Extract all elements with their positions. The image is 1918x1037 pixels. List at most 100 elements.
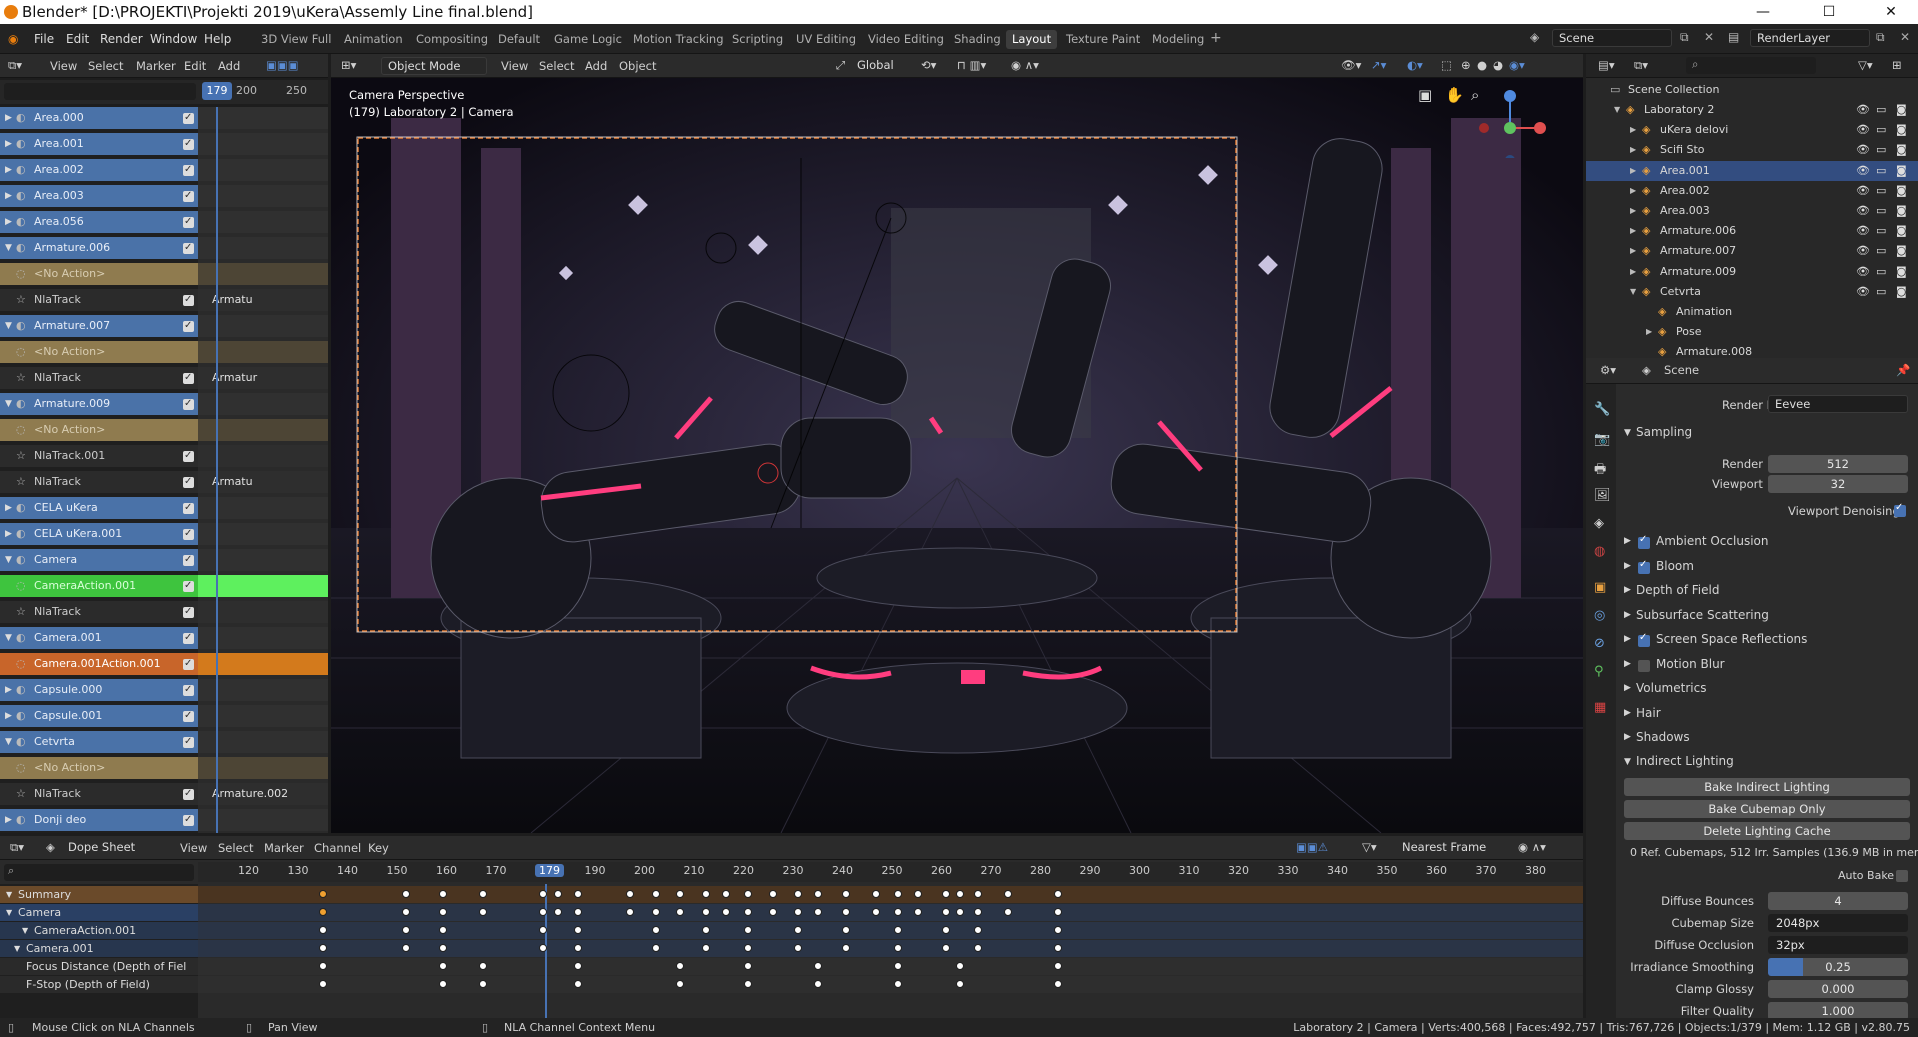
outliner-row[interactable]: ▶ ◈ Pose bbox=[1586, 322, 1918, 342]
expand-arrow-icon[interactable]: ▼ bbox=[1614, 100, 1620, 120]
expand-arrow-icon[interactable]: ▼ bbox=[5, 549, 12, 571]
expand-arrow-icon[interactable]: ▼ bbox=[22, 922, 28, 939]
world-tab-icon[interactable]: ◍ bbox=[1594, 544, 1605, 559]
nla-strip-label[interactable]: Armature.002 bbox=[212, 787, 288, 800]
expand-arrow-icon[interactable]: ▶ bbox=[5, 497, 12, 519]
outliner-row[interactable]: ▶ ◈ Area.002 👁 ▭ ◙ bbox=[1586, 181, 1918, 201]
viewport-toggle-icon[interactable]: ▭ bbox=[1876, 140, 1886, 160]
nla-channel-row[interactable]: ▼ ◐ Armature.007 bbox=[0, 315, 198, 337]
expand-arrow-icon[interactable]: ▶ bbox=[1624, 536, 1631, 546]
expand-arrow-icon[interactable]: ▼ bbox=[14, 940, 20, 957]
nla-strip-label[interactable]: Armatur bbox=[212, 371, 257, 384]
view-layer-selector[interactable]: RenderLayer bbox=[1750, 29, 1870, 47]
current-frame-indicator[interactable]: 179 bbox=[202, 82, 232, 100]
viewport-denoising-checkbox[interactable] bbox=[1894, 502, 1906, 517]
modifier-tab-icon[interactable]: ◎ bbox=[1594, 608, 1605, 623]
dopesheet-menu-marker[interactable]: Marker bbox=[264, 841, 304, 855]
nla-channel-row[interactable]: ▼ ◐ Cetvrta bbox=[0, 731, 198, 753]
render-toggle-icon[interactable]: ◙ bbox=[1896, 161, 1907, 181]
add-workspace-icon[interactable]: + bbox=[1210, 30, 1222, 46]
editor-type-icon[interactable]: ⧉▾ bbox=[8, 58, 22, 73]
eye-icon[interactable]: 👁 bbox=[1856, 221, 1870, 241]
expand-arrow-icon[interactable]: ▶ bbox=[5, 679, 12, 701]
expand-arrow-icon[interactable]: ▶ bbox=[1624, 585, 1631, 595]
nla-channel-row[interactable]: ◌ <No Action> bbox=[0, 341, 198, 363]
render-toggle-icon[interactable]: ◙ bbox=[1896, 221, 1907, 241]
nla-strip-label[interactable]: Armatu bbox=[212, 293, 253, 306]
tab-layout[interactable]: Layout bbox=[1006, 30, 1058, 49]
mode-selector[interactable]: Object Mode bbox=[381, 57, 487, 75]
dopesheet-menu-key[interactable]: Key bbox=[368, 841, 389, 855]
nla-channel-row[interactable]: ▶ ◐ Donji deo bbox=[0, 809, 198, 831]
expand-arrow-icon[interactable]: ▶ bbox=[1624, 634, 1631, 644]
nla-channel-row[interactable]: ▶ ◐ Area.001 bbox=[0, 133, 198, 155]
render-panel-header[interactable]: ▶ Depth of Field bbox=[1616, 581, 1918, 603]
nla-menu-view[interactable]: View bbox=[50, 59, 77, 73]
expand-arrow-icon[interactable]: ▶ bbox=[5, 107, 12, 129]
render-panel-header[interactable]: ▶ Volumetrics bbox=[1616, 679, 1918, 701]
channel-checkbox[interactable] bbox=[183, 107, 194, 129]
editor-type-icon[interactable]: ⚙▾ bbox=[1600, 363, 1616, 377]
eye-icon[interactable]: 👁 bbox=[1856, 181, 1870, 201]
outliner-row[interactable]: ▶ ◈ Armature.009 👁 ▭ ◙ bbox=[1586, 262, 1918, 282]
tab-uv-editing[interactable]: UV Editing bbox=[790, 30, 862, 49]
shading-solid-icon[interactable]: ● bbox=[1477, 58, 1487, 72]
outliner-row[interactable]: ◈ Animation bbox=[1586, 302, 1918, 322]
viewport-menu-select[interactable]: Select bbox=[539, 59, 574, 73]
filter-icon[interactable]: ▽▾ bbox=[1858, 58, 1873, 72]
pivot-icon[interactable]: ⟲▾ bbox=[921, 58, 936, 72]
viewport-toggle-icon[interactable]: ▭ bbox=[1876, 181, 1886, 201]
expand-arrow-icon[interactable]: ▶ bbox=[1630, 262, 1636, 282]
constraint-tab-icon[interactable]: ⊘ bbox=[1594, 636, 1605, 651]
expand-arrow-icon[interactable]: ▶ bbox=[1646, 322, 1652, 342]
scene-tab-icon[interactable]: ◈ bbox=[1594, 516, 1604, 531]
expand-arrow-icon[interactable]: ▼ bbox=[5, 627, 12, 649]
channel-checkbox[interactable] bbox=[183, 237, 194, 259]
expand-arrow-icon[interactable]: ▶ bbox=[5, 185, 12, 207]
display-mode-icon[interactable]: ⧉▾ bbox=[1634, 58, 1648, 73]
viewport-menu-add[interactable]: Add bbox=[585, 59, 607, 73]
dopesheet-search-input[interactable] bbox=[4, 864, 194, 881]
output-tab-icon[interactable]: 🖶 bbox=[1594, 460, 1606, 482]
eye-icon[interactable]: 👁 bbox=[1856, 161, 1870, 181]
pin-icon[interactable]: 📌 bbox=[1896, 363, 1910, 377]
panel-enable-checkbox[interactable] bbox=[1638, 632, 1650, 647]
nla-channel-row[interactable]: ▼ ◐ Armature.006 bbox=[0, 237, 198, 259]
viewport-toggle-icon[interactable]: ▭ bbox=[1876, 161, 1886, 181]
dopesheet-keyframes[interactable] bbox=[198, 884, 1583, 1018]
render-panel-header[interactable]: ▶ Screen Space Reflections bbox=[1616, 630, 1918, 652]
expand-arrow-icon[interactable]: ▶ bbox=[1630, 120, 1636, 140]
channel-checkbox[interactable] bbox=[183, 367, 194, 389]
render-panel-header[interactable]: ▶ Subsurface Scattering bbox=[1616, 606, 1918, 628]
expand-arrow-icon[interactable]: ▼ bbox=[5, 237, 12, 259]
render-panel-header[interactable]: ▶ Shadows bbox=[1616, 728, 1918, 750]
indirect-lighting-title[interactable]: Indirect Lighting bbox=[1636, 754, 1734, 768]
bake-cubemap-only-button[interactable]: Bake Cubemap Only bbox=[1624, 800, 1910, 818]
viewport-toggle-icon[interactable]: ▭ bbox=[1876, 221, 1886, 241]
shading-material-icon[interactable]: ◕ bbox=[1493, 58, 1503, 72]
expand-arrow-icon[interactable]: ▼ bbox=[6, 904, 12, 921]
dopesheet-channel-row[interactable]: ▼ Camera bbox=[0, 904, 198, 921]
navigation-gizmo[interactable] bbox=[1476, 78, 1576, 158]
nla-search-input[interactable] bbox=[4, 83, 196, 100]
expand-arrow-icon[interactable]: ▶ bbox=[5, 133, 12, 155]
outliner-root[interactable]: ▭ Scene Collection bbox=[1586, 80, 1918, 100]
channel-checkbox[interactable] bbox=[183, 549, 194, 571]
render-toggle-icon[interactable]: ◙ bbox=[1896, 282, 1907, 302]
bake-indirect-lighting-button[interactable]: Bake Indirect Lighting bbox=[1624, 778, 1910, 796]
expand-arrow-icon[interactable]: ▶ bbox=[1630, 201, 1636, 221]
expand-arrow-icon[interactable]: ▶ bbox=[1630, 181, 1636, 201]
tab-texture-paint[interactable]: Texture Paint bbox=[1060, 30, 1146, 49]
render-toggle-icon[interactable]: ◙ bbox=[1896, 100, 1907, 120]
channel-checkbox[interactable] bbox=[183, 393, 194, 415]
outliner-row[interactable]: ▶ ◈ uKera delovi 👁 ▭ ◙ bbox=[1586, 120, 1918, 140]
channel-checkbox[interactable] bbox=[183, 523, 194, 545]
expand-arrow-icon[interactable]: ▶ bbox=[1630, 140, 1636, 160]
nla-channel-row[interactable]: ▶ ◐ Area.000 bbox=[0, 107, 198, 129]
dopesheet-menu-view[interactable]: View bbox=[180, 841, 207, 855]
tab-animation[interactable]: Animation bbox=[338, 30, 409, 49]
outliner-row[interactable]: ▼ ◈ Laboratory 2 👁 ▭ ◙ bbox=[1586, 100, 1918, 120]
tab-3d-view-full[interactable]: 3D View Full bbox=[255, 30, 337, 49]
nla-menu-edit[interactable]: Edit bbox=[184, 59, 206, 73]
new-scene-icon[interactable]: ⧉ bbox=[1680, 30, 1689, 45]
